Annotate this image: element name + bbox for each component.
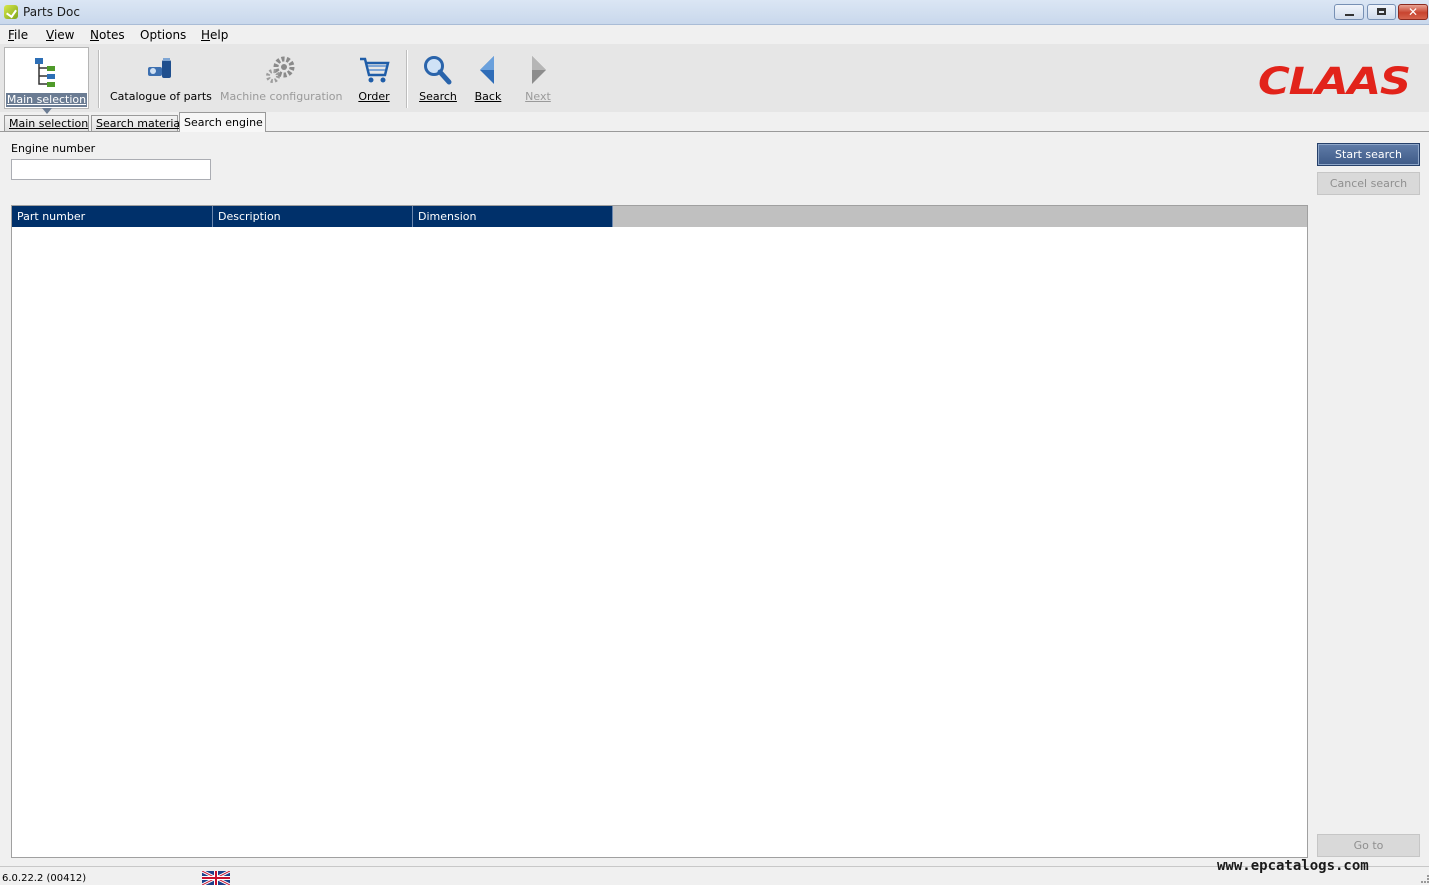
table-header: Part number Description Dimension [12,206,1307,227]
magnifier-icon [424,56,452,85]
menu-notes[interactable]: Notes [90,28,125,42]
column-header-description[interactable]: Description [213,206,413,227]
status-divider [0,866,1429,867]
order-label: Order [358,90,390,103]
engine-number-label: Engine number [11,142,96,155]
app-icon [4,5,18,19]
close-icon: ✕ [1408,5,1419,19]
menu-help[interactable]: Help [201,28,228,42]
shopping-cart-icon [360,57,390,83]
logo-text: CLAAS [1258,62,1410,100]
menu-view[interactable]: View [46,28,74,42]
next-button[interactable]: Next [520,44,556,108]
start-search-button[interactable]: Start search [1317,143,1420,166]
menu-bar: File View Notes Options Help [0,25,1429,44]
toolbar-separator [406,50,408,108]
resize-grip-icon[interactable] [1421,875,1429,883]
next-label: Next [525,90,551,103]
claas-logo: CLAAS [1258,62,1411,100]
tree-structure-icon [35,58,55,87]
main-selection-label: Main selection [6,93,87,107]
order-button[interactable]: Order [354,44,394,108]
search-button[interactable]: Search [418,44,458,108]
results-table[interactable]: Part number Description Dimension [11,205,1308,858]
back-button[interactable]: Back [470,44,506,108]
back-arrow-icon [480,56,494,84]
engine-number-input[interactable] [11,159,211,180]
cancel-search-button[interactable]: Cancel search [1317,172,1420,195]
search-label: Search [419,90,457,103]
machine-configuration-button[interactable]: Machine configuration [220,44,343,108]
tab-search-engine[interactable]: Search engine [179,112,266,132]
go-to-button[interactable]: Go to [1317,834,1420,857]
column-header-dimension[interactable]: Dimension [413,206,613,227]
toolbar: Main selection Catalogue of parts Machin… [0,44,1429,114]
parts-catalogue-icon [148,58,171,78]
menu-file[interactable]: File [8,28,28,42]
tab-strip: Main selection Search material Search en… [0,112,1429,132]
catalogue-of-parts-label: Catalogue of parts [110,90,212,103]
back-label: Back [474,90,502,103]
tab-main-selection[interactable]: Main selection [4,115,89,131]
version-text: 6.0.22.2 (00412) [2,873,87,884]
close-button[interactable]: ✕ [1398,4,1428,20]
column-header-part-number[interactable]: Part number [12,206,213,227]
gears-icon [266,56,295,83]
machine-configuration-label: Machine configuration [220,90,343,103]
toolbar-separator [98,50,100,108]
main-selection-button[interactable]: Main selection [4,47,89,114]
next-arrow-icon [532,56,546,84]
watermark-text: www.epcatalogs.com [1217,858,1369,874]
maximize-icon [1377,8,1386,15]
menu-options[interactable]: Options [140,28,186,42]
minimize-button[interactable] [1334,4,1364,20]
title-bar: Parts Doc ✕ [0,0,1429,25]
tab-search-material[interactable]: Search material [91,115,183,131]
window-title: Parts Doc [23,5,80,19]
minimize-icon [1345,14,1354,16]
catalogue-of-parts-button[interactable]: Catalogue of parts [110,44,212,108]
maximize-button[interactable] [1367,4,1396,20]
